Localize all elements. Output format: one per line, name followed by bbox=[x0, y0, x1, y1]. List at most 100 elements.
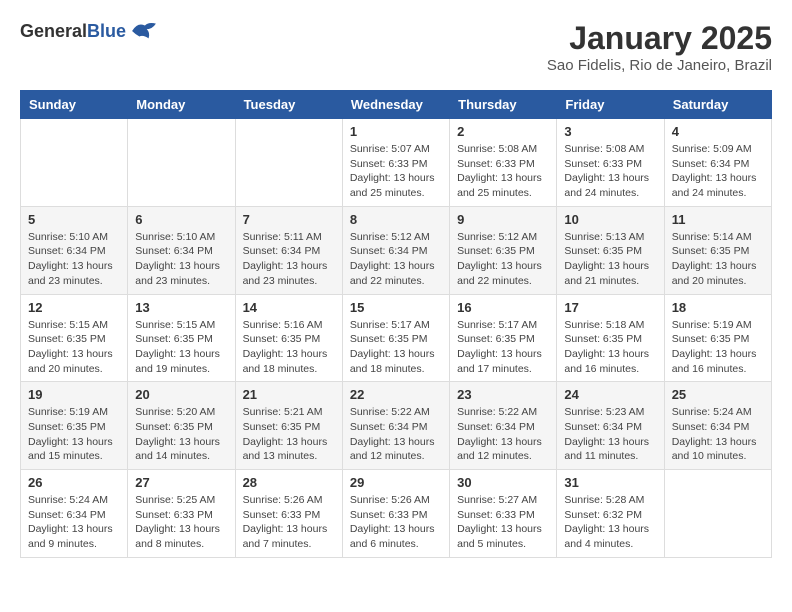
day-info: Sunrise: 5:13 AMSunset: 6:35 PMDaylight:… bbox=[564, 230, 656, 289]
weekday-header-row: SundayMondayTuesdayWednesdayThursdayFrid… bbox=[21, 91, 772, 119]
day-info: Sunrise: 5:09 AMSunset: 6:34 PMDaylight:… bbox=[672, 142, 764, 201]
day-info: Sunrise: 5:11 AMSunset: 6:34 PMDaylight:… bbox=[243, 230, 335, 289]
calendar-cell: 12 Sunrise: 5:15 AMSunset: 6:35 PMDayligh… bbox=[21, 294, 128, 382]
day-number: 7 bbox=[243, 212, 335, 227]
weekday-header-wednesday: Wednesday bbox=[342, 91, 449, 119]
day-info: Sunrise: 5:24 AMSunset: 6:34 PMDaylight:… bbox=[28, 493, 120, 552]
title-area: January 2025 Sao Fidelis, Rio de Janeiro… bbox=[547, 20, 772, 74]
calendar-cell: 25 Sunrise: 5:24 AMSunset: 6:34 PMDayligh… bbox=[664, 382, 771, 470]
calendar-week-3: 12 Sunrise: 5:15 AMSunset: 6:35 PMDayligh… bbox=[21, 294, 772, 382]
day-number: 11 bbox=[672, 212, 764, 227]
calendar-cell: 24 Sunrise: 5:23 AMSunset: 6:34 PMDayligh… bbox=[557, 382, 664, 470]
calendar-cell: 13 Sunrise: 5:15 AMSunset: 6:35 PMDayligh… bbox=[128, 294, 235, 382]
day-number: 5 bbox=[28, 212, 120, 227]
day-info: Sunrise: 5:23 AMSunset: 6:34 PMDaylight:… bbox=[564, 405, 656, 464]
calendar-cell bbox=[21, 119, 128, 207]
logo-general-text: GeneralBlue bbox=[20, 21, 126, 42]
day-info: Sunrise: 5:08 AMSunset: 6:33 PMDaylight:… bbox=[457, 142, 549, 201]
day-number: 31 bbox=[564, 475, 656, 490]
calendar-cell bbox=[128, 119, 235, 207]
logo: GeneralBlue bbox=[20, 20, 158, 42]
day-number: 13 bbox=[135, 300, 227, 315]
day-number: 25 bbox=[672, 387, 764, 402]
day-number: 23 bbox=[457, 387, 549, 402]
calendar-cell: 3Sunrise: 5:08 AMSunset: 6:33 PMDaylight… bbox=[557, 119, 664, 207]
day-info: Sunrise: 5:15 AMSunset: 6:35 PMDaylight:… bbox=[28, 318, 120, 377]
day-info: Sunrise: 5:08 AMSunset: 6:33 PMDaylight:… bbox=[564, 142, 656, 201]
day-info: Sunrise: 5:20 AMSunset: 6:35 PMDaylight:… bbox=[135, 405, 227, 464]
calendar-cell: 10 Sunrise: 5:13 AMSunset: 6:35 PMDayligh… bbox=[557, 206, 664, 294]
calendar-cell: 22 Sunrise: 5:22 AMSunset: 6:34 PMDayligh… bbox=[342, 382, 449, 470]
day-number: 18 bbox=[672, 300, 764, 315]
calendar-week-1: 1Sunrise: 5:07 AMSunset: 6:33 PMDaylight… bbox=[21, 119, 772, 207]
calendar-cell: 15 Sunrise: 5:17 AMSunset: 6:35 PMDayligh… bbox=[342, 294, 449, 382]
day-number: 16 bbox=[457, 300, 549, 315]
day-info: Sunrise: 5:15 AMSunset: 6:35 PMDaylight:… bbox=[135, 318, 227, 377]
calendar-cell: 2Sunrise: 5:08 AMSunset: 6:33 PMDaylight… bbox=[450, 119, 557, 207]
calendar-cell: 17 Sunrise: 5:18 AMSunset: 6:35 PMDayligh… bbox=[557, 294, 664, 382]
day-number: 20 bbox=[135, 387, 227, 402]
day-info: Sunrise: 5:07 AMSunset: 6:33 PMDaylight:… bbox=[350, 142, 442, 201]
calendar-cell: 11 Sunrise: 5:14 AMSunset: 6:35 PMDayligh… bbox=[664, 206, 771, 294]
day-info: Sunrise: 5:26 AMSunset: 6:33 PMDaylight:… bbox=[350, 493, 442, 552]
day-info: Sunrise: 5:26 AMSunset: 6:33 PMDaylight:… bbox=[243, 493, 335, 552]
calendar-cell: 16Sunrise: 5:17 AMSunset: 6:35 PMDayligh… bbox=[450, 294, 557, 382]
calendar-cell: 30 Sunrise: 5:27 AMSunset: 6:33 PMDayligh… bbox=[450, 470, 557, 558]
day-info: Sunrise: 5:22 AMSunset: 6:34 PMDaylight:… bbox=[350, 405, 442, 464]
day-number: 30 bbox=[457, 475, 549, 490]
day-number: 9 bbox=[457, 212, 549, 227]
calendar-cell: 14 Sunrise: 5:16 AMSunset: 6:35 PMDayligh… bbox=[235, 294, 342, 382]
day-info: Sunrise: 5:18 AMSunset: 6:35 PMDaylight:… bbox=[564, 318, 656, 377]
day-info: Sunrise: 5:12 AMSunset: 6:34 PMDaylight:… bbox=[350, 230, 442, 289]
calendar-cell: 9 Sunrise: 5:12 AMSunset: 6:35 PMDaylight… bbox=[450, 206, 557, 294]
calendar-cell: 4 Sunrise: 5:09 AMSunset: 6:34 PMDaylight… bbox=[664, 119, 771, 207]
day-number: 15 bbox=[350, 300, 442, 315]
weekday-header-tuesday: Tuesday bbox=[235, 91, 342, 119]
calendar-cell: 8 Sunrise: 5:12 AMSunset: 6:34 PMDaylight… bbox=[342, 206, 449, 294]
day-info: Sunrise: 5:21 AMSunset: 6:35 PMDaylight:… bbox=[243, 405, 335, 464]
calendar-cell bbox=[664, 470, 771, 558]
day-info: Sunrise: 5:28 AMSunset: 6:32 PMDaylight:… bbox=[564, 493, 656, 552]
calendar-cell: 1Sunrise: 5:07 AMSunset: 6:33 PMDaylight… bbox=[342, 119, 449, 207]
day-number: 10 bbox=[564, 212, 656, 227]
day-info: Sunrise: 5:17 AMSunset: 6:35 PMDaylight:… bbox=[350, 318, 442, 377]
day-info: Sunrise: 5:14 AMSunset: 6:35 PMDaylight:… bbox=[672, 230, 764, 289]
day-info: Sunrise: 5:22 AMSunset: 6:34 PMDaylight:… bbox=[457, 405, 549, 464]
day-info: Sunrise: 5:12 AMSunset: 6:35 PMDaylight:… bbox=[457, 230, 549, 289]
day-info: Sunrise: 5:19 AMSunset: 6:35 PMDaylight:… bbox=[28, 405, 120, 464]
calendar-cell: 27Sunrise: 5:25 AMSunset: 6:33 PMDayligh… bbox=[128, 470, 235, 558]
calendar-cell: 6Sunrise: 5:10 AMSunset: 6:34 PMDaylight… bbox=[128, 206, 235, 294]
calendar-cell: 31 Sunrise: 5:28 AMSunset: 6:32 PMDayligh… bbox=[557, 470, 664, 558]
page-header: GeneralBlue January 2025 Sao Fidelis, Ri… bbox=[20, 20, 772, 74]
day-info: Sunrise: 5:16 AMSunset: 6:35 PMDaylight:… bbox=[243, 318, 335, 377]
day-info: Sunrise: 5:19 AMSunset: 6:35 PMDaylight:… bbox=[672, 318, 764, 377]
weekday-header-thursday: Thursday bbox=[450, 91, 557, 119]
day-number: 4 bbox=[672, 124, 764, 139]
day-number: 8 bbox=[350, 212, 442, 227]
day-number: 29 bbox=[350, 475, 442, 490]
day-number: 26 bbox=[28, 475, 120, 490]
calendar-cell: 23 Sunrise: 5:22 AMSunset: 6:34 PMDayligh… bbox=[450, 382, 557, 470]
weekday-header-saturday: Saturday bbox=[664, 91, 771, 119]
day-number: 12 bbox=[28, 300, 120, 315]
weekday-header-friday: Friday bbox=[557, 91, 664, 119]
day-info: Sunrise: 5:24 AMSunset: 6:34 PMDaylight:… bbox=[672, 405, 764, 464]
calendar-cell: 5Sunrise: 5:10 AMSunset: 6:34 PMDaylight… bbox=[21, 206, 128, 294]
day-number: 17 bbox=[564, 300, 656, 315]
location-subtitle: Sao Fidelis, Rio de Janeiro, Brazil bbox=[547, 57, 772, 74]
weekday-header-monday: Monday bbox=[128, 91, 235, 119]
calendar-cell bbox=[235, 119, 342, 207]
day-number: 19 bbox=[28, 387, 120, 402]
day-number: 24 bbox=[564, 387, 656, 402]
day-number: 27 bbox=[135, 475, 227, 490]
calendar-table: SundayMondayTuesdayWednesdayThursdayFrid… bbox=[20, 90, 772, 558]
calendar-cell: 21 Sunrise: 5:21 AMSunset: 6:35 PMDayligh… bbox=[235, 382, 342, 470]
logo-bird-icon bbox=[130, 20, 158, 42]
calendar-cell: 26 Sunrise: 5:24 AMSunset: 6:34 PMDayligh… bbox=[21, 470, 128, 558]
day-number: 14 bbox=[243, 300, 335, 315]
day-number: 21 bbox=[243, 387, 335, 402]
day-number: 22 bbox=[350, 387, 442, 402]
day-info: Sunrise: 5:10 AMSunset: 6:34 PMDaylight:… bbox=[135, 230, 227, 289]
day-info: Sunrise: 5:27 AMSunset: 6:33 PMDaylight:… bbox=[457, 493, 549, 552]
calendar-week-5: 26 Sunrise: 5:24 AMSunset: 6:34 PMDayligh… bbox=[21, 470, 772, 558]
